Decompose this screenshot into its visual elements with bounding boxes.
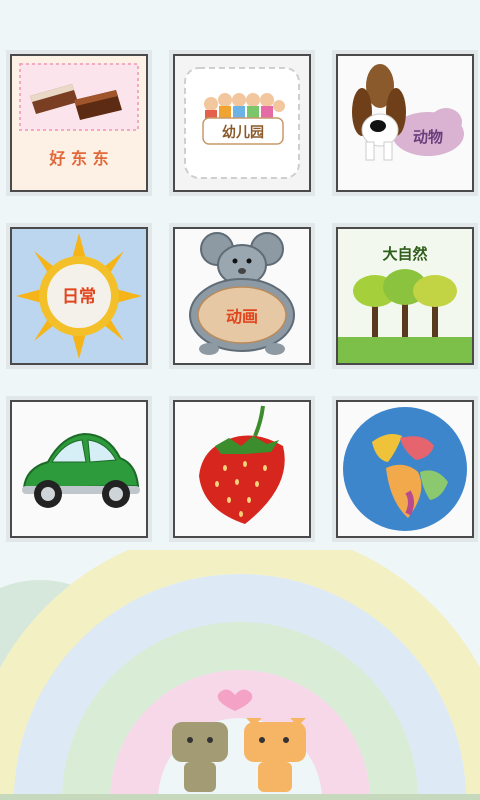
tile-haodongdong[interactable]: 好 东 东 bbox=[10, 54, 148, 192]
sun-icon: 日常 bbox=[12, 229, 146, 363]
tile-label: 动画 bbox=[226, 307, 258, 326]
tile-label: 幼儿园 bbox=[222, 124, 264, 141]
tile-globe[interactable] bbox=[336, 400, 474, 538]
car-icon bbox=[12, 402, 146, 536]
dog-icon: 动物 bbox=[338, 56, 472, 190]
tile-animation[interactable]: 动画 bbox=[173, 227, 311, 365]
tile-nature[interactable]: 大自然 bbox=[336, 227, 474, 365]
rainbow-scene bbox=[0, 550, 480, 800]
tile-label: 动物 bbox=[413, 128, 443, 146]
trees-icon: 大自然 bbox=[338, 229, 472, 363]
mouse-icon: 动画 bbox=[175, 229, 309, 363]
children-icon: 幼儿园 bbox=[175, 56, 309, 190]
tile-kindergarten[interactable]: 幼儿园 bbox=[173, 54, 311, 192]
tile-animals[interactable]: 动物 bbox=[336, 54, 474, 192]
tile-label: 好 东 东 bbox=[48, 149, 108, 168]
strawberry-icon bbox=[175, 402, 309, 536]
tile-label: 日常 bbox=[62, 286, 96, 307]
tile-label: 大自然 bbox=[382, 245, 427, 263]
tile-strawberry[interactable] bbox=[173, 400, 311, 538]
chocolate-icon: 好 东 东 bbox=[12, 56, 146, 190]
tile-daily[interactable]: 日常 bbox=[10, 227, 148, 365]
tile-car[interactable] bbox=[10, 400, 148, 538]
globe-icon bbox=[338, 402, 472, 536]
